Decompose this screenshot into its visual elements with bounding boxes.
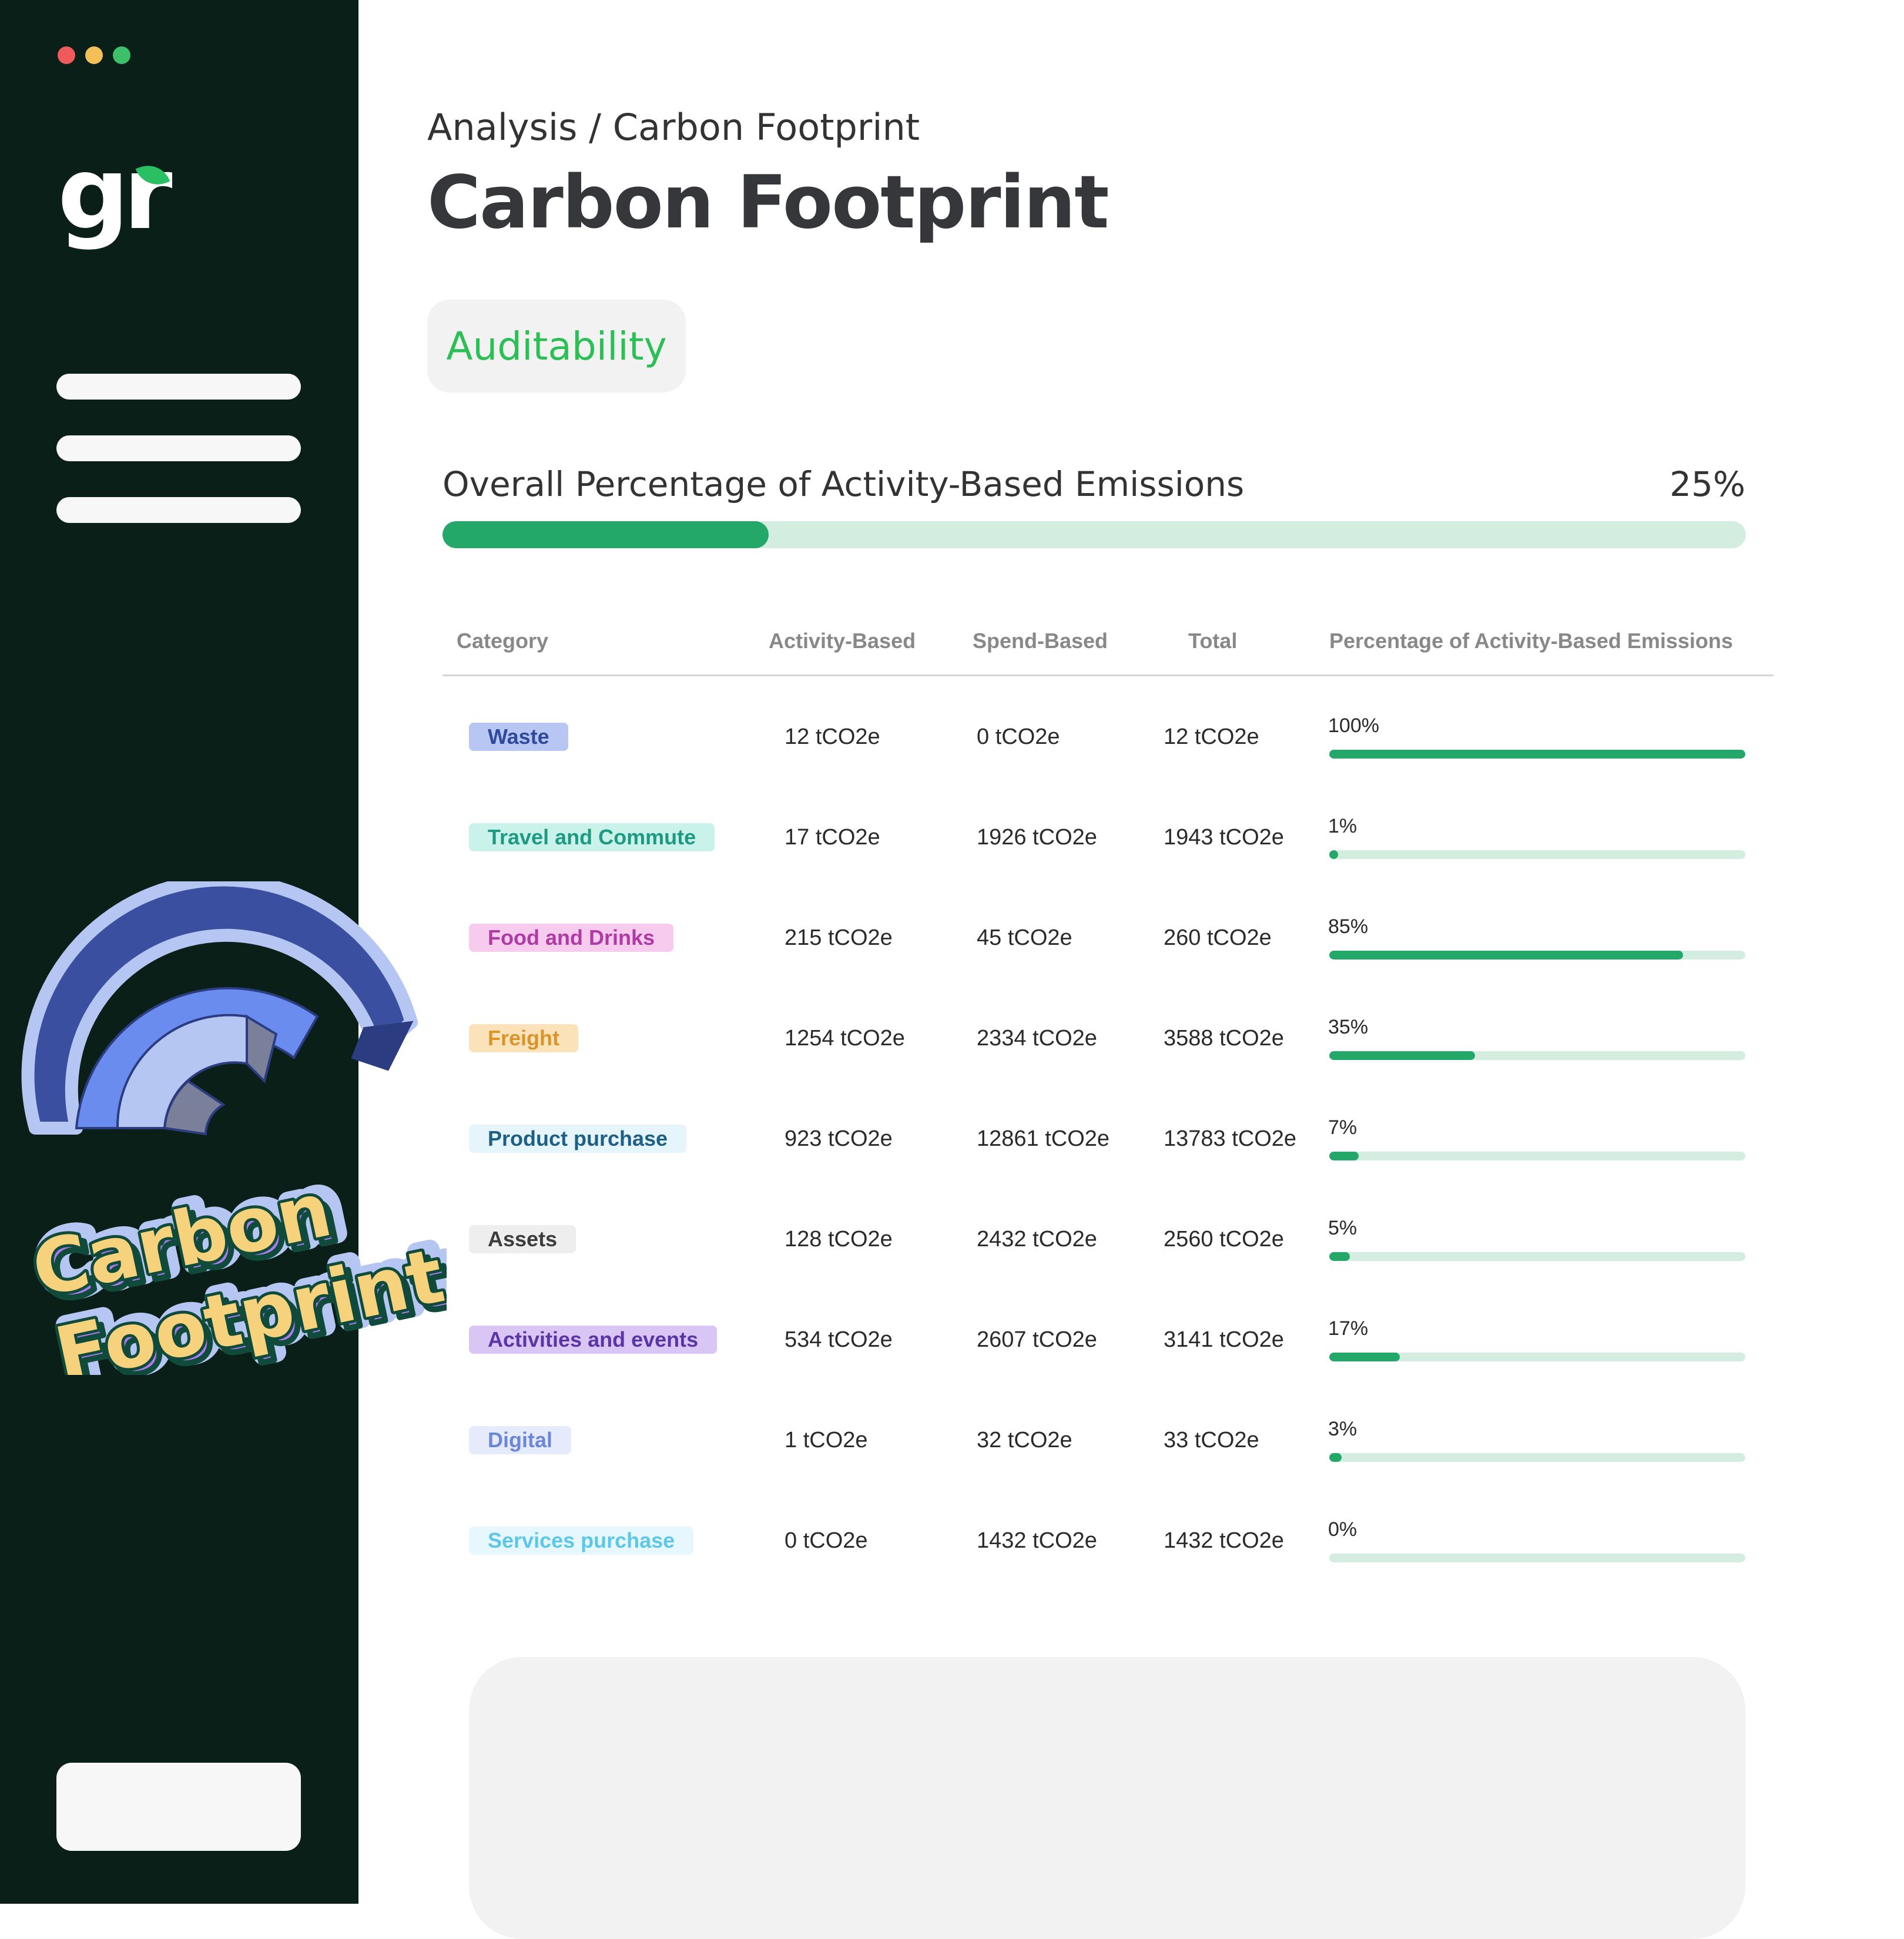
table-row[interactable]: Digital 1 tCO2e 32 tCO2e 33 tCO2e 3% — [0, 1380, 1904, 1481]
percentage-bar-fill — [1329, 850, 1338, 859]
percentage-text: 5% — [1328, 1217, 1357, 1239]
table-row[interactable]: Waste 12 tCO2e 0 tCO2e 12 tCO2e 100% — [0, 677, 1904, 777]
percentage-bar — [1329, 750, 1745, 759]
category-badge: Travel and Commute — [469, 823, 715, 851]
percentage-text: 100% — [1328, 714, 1379, 737]
percentage-bar-fill — [1329, 750, 1745, 759]
sidebar-nav-item-1[interactable] — [56, 374, 301, 400]
column-header-percentage[interactable]: Percentage of Activity-Based Emissions — [1329, 629, 1733, 653]
spend-based-cell: 1432 tCO2e — [977, 1528, 1097, 1553]
spend-based-cell: 0 tCO2e — [977, 724, 1060, 749]
percentage-text: 1% — [1328, 815, 1357, 837]
total-cell: 3141 tCO2e — [1164, 1327, 1284, 1352]
category-badge: Product purchase — [469, 1125, 687, 1153]
percentage-bar — [1329, 1554, 1745, 1562]
category-badge: Waste — [469, 723, 568, 751]
spend-based-cell: 2334 tCO2e — [977, 1026, 1097, 1051]
total-cell: 260 tCO2e — [1164, 925, 1272, 950]
spend-based-cell: 2607 tCO2e — [977, 1327, 1097, 1352]
spend-based-cell: 12861 tCO2e — [977, 1126, 1110, 1151]
activity-based-cell: 0 tCO2e — [785, 1528, 868, 1553]
sticker-graphic: Carbon Footprint Carbon Footprint Carbon… — [21, 873, 470, 1408]
percentage-bar-fill — [1329, 1252, 1350, 1261]
percentage-bar-fill — [1329, 1453, 1342, 1462]
total-cell: 12 tCO2e — [1164, 724, 1259, 749]
table-header-divider — [443, 675, 1774, 676]
carbon-footprint-sticker: Carbon Footprint Carbon Footprint Carbon… — [0, 873, 470, 1408]
overall-progress-fill — [443, 521, 769, 548]
percentage-bar — [1329, 850, 1745, 859]
activity-based-cell: 215 tCO2e — [785, 925, 893, 950]
breadcrumb[interactable]: Analysis / Carbon Footprint — [427, 106, 920, 149]
percentage-bar — [1329, 1353, 1745, 1361]
window-minimize-button[interactable] — [85, 46, 103, 64]
percentage-bar — [1329, 951, 1745, 960]
category-badge: Activities and events — [469, 1326, 718, 1354]
window-maximize-button[interactable] — [113, 46, 130, 64]
category-badge: Assets — [469, 1225, 576, 1253]
spend-based-cell: 45 tCO2e — [977, 925, 1072, 950]
percentage-bar — [1329, 1453, 1745, 1462]
category-badge: Food and Drinks — [469, 924, 674, 952]
column-header-category[interactable]: Category — [457, 629, 548, 653]
tab-auditability[interactable]: Auditability — [427, 300, 686, 393]
overall-progress-bar — [443, 521, 1746, 548]
table-row[interactable]: Services purchase 0 tCO2e 1432 tCO2e 1432 t… — [0, 1481, 1904, 1581]
pie-chart-icon — [21, 873, 418, 1136]
activity-based-cell: 17 tCO2e — [785, 825, 880, 850]
category-badge: Services purchase — [469, 1527, 694, 1555]
spend-based-cell: 1926 tCO2e — [977, 825, 1097, 850]
overall-progress-label: Overall Percentage of Activity-Based Emi… — [443, 464, 1245, 504]
sticker-text: Carbon Footprint Carbon Footprint Carbon… — [22, 1154, 469, 1408]
percentage-bar-fill — [1329, 1353, 1400, 1361]
sidebar-nav-item-2[interactable] — [56, 435, 301, 461]
column-header-spend-based[interactable]: Spend-Based — [973, 629, 1108, 653]
percentage-text: 0% — [1328, 1518, 1357, 1541]
total-cell: 3588 tCO2e — [1164, 1026, 1284, 1051]
percentage-text: 7% — [1328, 1116, 1357, 1139]
table-header: Category Activity-Based Spend-Based Tota… — [0, 629, 1904, 676]
content-card — [469, 1657, 1745, 1939]
sidebar-footer-button[interactable] — [56, 1763, 301, 1851]
percentage-text: 35% — [1328, 1016, 1369, 1038]
activity-based-cell: 128 tCO2e — [785, 1227, 893, 1252]
app-logo[interactable]: gr — [58, 141, 175, 247]
percentage-bar — [1329, 1252, 1745, 1261]
percentage-text: 85% — [1328, 915, 1369, 938]
page-title: Carbon Footprint — [427, 160, 1109, 245]
spend-based-cell: 32 tCO2e — [977, 1428, 1072, 1452]
column-header-activity-based[interactable]: Activity-Based — [769, 629, 916, 653]
category-badge: Digital — [469, 1426, 572, 1454]
column-header-total[interactable]: Total — [1188, 629, 1237, 653]
percentage-bar — [1329, 1152, 1745, 1160]
total-cell: 13783 tCO2e — [1164, 1126, 1297, 1151]
activity-based-cell: 12 tCO2e — [785, 724, 880, 749]
window-close-button[interactable] — [58, 46, 75, 64]
overall-progress-value: 25% — [1670, 464, 1745, 504]
tab-label: Auditability — [446, 323, 667, 369]
percentage-bar — [1329, 1051, 1745, 1060]
sidebar-nav-item-3[interactable] — [56, 497, 301, 523]
activity-based-cell: 923 tCO2e — [785, 1126, 893, 1151]
activity-based-cell: 1254 tCO2e — [785, 1026, 905, 1051]
percentage-bar-fill — [1329, 951, 1683, 960]
total-cell: 2560 tCO2e — [1164, 1227, 1284, 1252]
activity-based-cell: 1 tCO2e — [785, 1428, 868, 1452]
percentage-bar-fill — [1329, 1152, 1359, 1160]
total-cell: 33 tCO2e — [1164, 1428, 1259, 1452]
percentage-bar-fill — [1329, 1051, 1475, 1060]
total-cell: 1943 tCO2e — [1164, 825, 1284, 850]
table-row[interactable]: Travel and Commute 17 tCO2e 1926 tCO2e 1943… — [0, 777, 1904, 878]
percentage-text: 3% — [1328, 1418, 1357, 1440]
total-cell: 1432 tCO2e — [1164, 1528, 1284, 1553]
percentage-text: 17% — [1328, 1317, 1369, 1340]
category-badge: Freight — [469, 1024, 578, 1052]
logo-text: gr — [58, 136, 173, 252]
activity-based-cell: 534 tCO2e — [785, 1327, 893, 1352]
spend-based-cell: 2432 tCO2e — [977, 1227, 1097, 1252]
